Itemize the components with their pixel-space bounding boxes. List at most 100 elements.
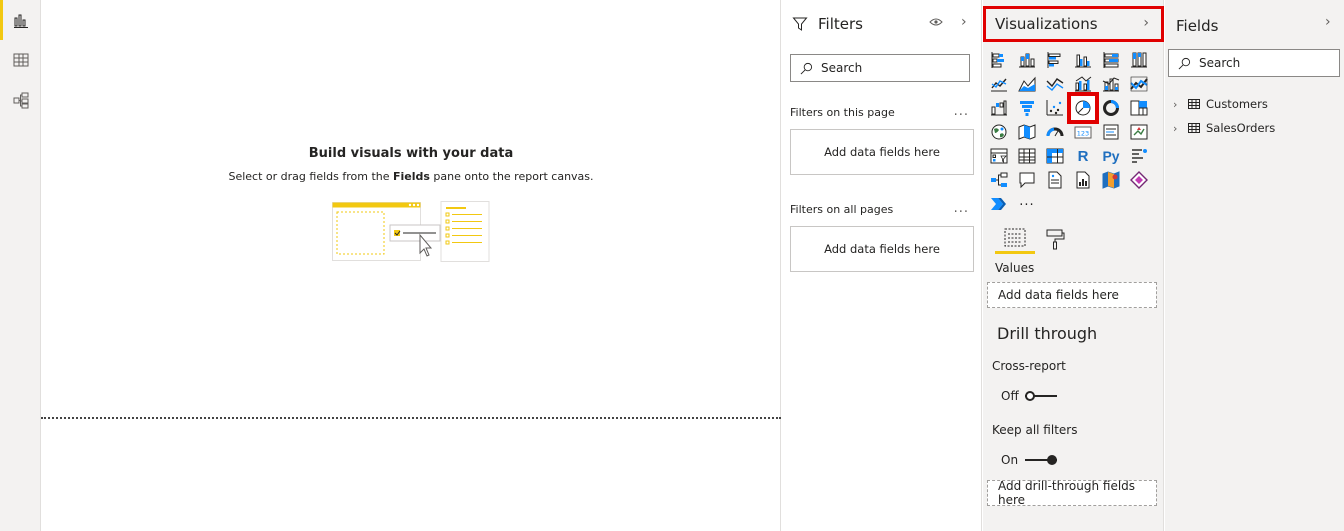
scatter-icon[interactable] (1043, 96, 1067, 120)
100-stacked-bar-icon[interactable] (1099, 48, 1123, 72)
more-visuals-label: ... (1019, 193, 1035, 209)
map-icon[interactable] (987, 120, 1011, 144)
card-icon[interactable]: 123 (1071, 120, 1095, 144)
collapse-filters-chevron-icon[interactable]: › (961, 14, 967, 30)
funnel-icon[interactable] (1015, 96, 1039, 120)
filters-header: Filters (792, 12, 863, 36)
filters-on-page-more[interactable]: ... (954, 104, 969, 119)
empty-desc-pre: Select or drag fields from the (228, 170, 393, 183)
filters-on-page-well[interactable]: Add data fields here (790, 129, 974, 175)
cross-report-toggle[interactable]: Off (1001, 389, 1057, 403)
power-apps-icon[interactable] (1127, 168, 1151, 192)
values-well[interactable]: Add data fields here (987, 282, 1157, 308)
filters-pane: Filters › Search Filters on this page ..… (782, 0, 982, 531)
arcgis-map-icon[interactable] (1099, 168, 1123, 192)
filters-search-input[interactable]: Search (790, 54, 970, 82)
field-table-salesorders[interactable]: › SalesOrders (1173, 119, 1275, 137)
empty-state: Build visuals with your data Select or d… (41, 146, 781, 183)
clustered-column-icon[interactable] (1071, 48, 1095, 72)
stacked-area-icon[interactable] (1043, 72, 1067, 96)
filters-title: Filters (818, 15, 863, 33)
keep-all-filters-toggle[interactable]: On (1001, 453, 1057, 467)
page-break-line (41, 417, 781, 419)
100-stacked-column-icon[interactable] (1127, 48, 1151, 72)
empty-state-description: Select or drag fields from the Fields pa… (41, 170, 781, 183)
r-visual-label: R (1077, 147, 1089, 165)
bar-chart-icon (13, 14, 28, 28)
table-icon (1188, 123, 1200, 133)
filters-search-placeholder: Search (821, 61, 863, 75)
donut-icon[interactable] (1099, 96, 1123, 120)
table-visual-icon[interactable] (1015, 144, 1039, 168)
pie-chart-icon[interactable] (1067, 92, 1099, 124)
line-chart-icon[interactable] (987, 72, 1011, 96)
table-icon (1188, 99, 1200, 109)
slicer-icon[interactable] (987, 144, 1011, 168)
drill-through-well[interactable]: Add drill-through fields here (987, 479, 1157, 507)
power-automate-icon[interactable] (987, 192, 1011, 216)
build-visuals-illustration-icon (332, 201, 490, 262)
report-view-button[interactable] (0, 0, 41, 40)
fields-search-input[interactable]: Search (1168, 49, 1340, 77)
search-icon (800, 62, 813, 74)
stacked-bar-icon[interactable] (987, 48, 1011, 72)
filters-all-pages-more[interactable]: ... (954, 201, 969, 216)
expand-chevron-icon[interactable]: › (1173, 122, 1185, 135)
empty-desc-bold: Fields (393, 170, 430, 183)
python-visual-label: Py (1102, 148, 1120, 164)
toggle-switch-icon (1025, 391, 1057, 401)
area-chart-icon[interactable] (1015, 72, 1039, 96)
paginated-report-icon[interactable] (1071, 168, 1095, 192)
more-visuals-icon[interactable]: ... (1015, 192, 1039, 216)
treemap-icon[interactable] (1127, 96, 1151, 120)
svg-text:123: 123 (1077, 130, 1089, 138)
model-view-button[interactable] (0, 80, 41, 120)
field-table-name: Customers (1206, 97, 1268, 111)
filled-map-icon[interactable] (1015, 120, 1039, 144)
filters-all-pages-well[interactable]: Add data fields here (790, 226, 974, 272)
clustered-bar-icon[interactable] (1043, 48, 1067, 72)
filter-icon (792, 17, 808, 31)
stacked-column-icon[interactable] (1015, 48, 1039, 72)
field-table-customers[interactable]: › Customers (1173, 95, 1268, 113)
line-clustered-column-icon[interactable] (1071, 72, 1095, 96)
line-stacked-column-icon[interactable] (1099, 72, 1123, 96)
ribbon-chart-icon[interactable] (1127, 72, 1151, 96)
toggle-switch-icon (1025, 455, 1057, 465)
left-nav-rail (0, 0, 41, 531)
cross-report-label: Cross-report (992, 359, 1066, 373)
multi-row-card-icon[interactable] (1099, 120, 1123, 144)
filters-on-page-label: Filters on this page (790, 106, 895, 119)
search-icon (1178, 57, 1191, 69)
fields-search-placeholder: Search (1199, 56, 1241, 70)
keep-all-filters-label: Keep all filters (992, 423, 1078, 437)
filters-all-pages-label: Filters on all pages (790, 203, 894, 216)
key-influencers-icon[interactable] (1127, 144, 1151, 168)
matrix-icon[interactable] (1043, 144, 1067, 168)
fields-wells-tab[interactable] (995, 224, 1035, 254)
fields-pane: Fields › Search › Customers › SalesOrder… (1165, 0, 1344, 531)
keep-all-filters-state: On (1001, 453, 1019, 467)
table-icon (13, 53, 28, 67)
report-canvas[interactable]: Build visuals with your data Select or d… (41, 0, 781, 531)
model-icon (13, 92, 28, 109)
viz-tabs (995, 224, 1155, 256)
eye-icon[interactable] (929, 17, 943, 27)
smart-narrative-icon[interactable] (1043, 168, 1067, 192)
collapse-visualizations-chevron-icon[interactable]: › (1143, 15, 1149, 31)
r-visual-icon[interactable]: R (1071, 144, 1095, 168)
expand-chevron-icon[interactable]: › (1173, 98, 1185, 111)
paint-roller-icon (1046, 229, 1065, 250)
empty-state-title: Build visuals with your data (308, 146, 514, 161)
decomposition-tree-icon[interactable] (987, 168, 1011, 192)
waterfall-icon[interactable] (987, 96, 1011, 120)
data-view-button[interactable] (0, 40, 41, 80)
format-tab[interactable] (1035, 224, 1075, 254)
values-label: Values (995, 261, 1035, 275)
python-visual-icon[interactable]: Py (1099, 144, 1123, 168)
visualizations-header: Visualizations › (983, 6, 1164, 42)
kpi-icon[interactable] (1127, 120, 1151, 144)
collapse-fields-chevron-icon[interactable]: › (1325, 14, 1331, 30)
gauge-icon[interactable] (1043, 120, 1067, 144)
qa-icon[interactable] (1015, 168, 1039, 192)
